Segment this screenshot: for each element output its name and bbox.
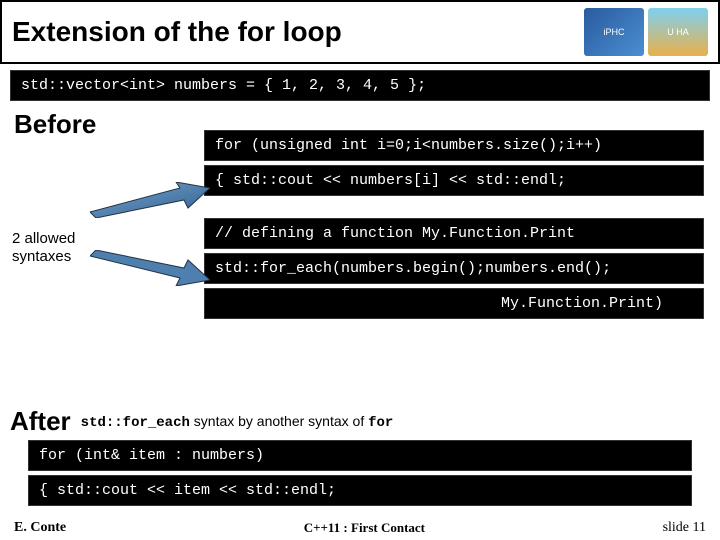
footer-slide-number: slide 11	[663, 520, 706, 536]
after-description: std::for_each syntax by another syntax o…	[81, 413, 394, 431]
before-code-stack: for (unsigned int i=0;i<numbers.size();i…	[204, 130, 704, 319]
label-two-syntaxes: 2 allowed syntaxes	[12, 230, 102, 266]
after-text-mid: syntax by another syntax of	[190, 413, 368, 429]
code-foreach-tail: My.Function.Print)	[204, 288, 704, 319]
code-vector-decl: std::vector<int> numbers = { 1, 2, 3, 4,…	[10, 70, 710, 101]
slide-footer: E. Conte C++11 : First Contact slide 11	[0, 520, 720, 536]
uha-logo: U HA	[648, 8, 708, 56]
footer-author: E. Conte	[14, 520, 66, 536]
page-title: Extension of the for loop	[12, 16, 342, 48]
code-cout-indexed: { std::cout << numbers[i] << std::endl;	[204, 165, 704, 196]
after-text-code1: std::for_each	[81, 415, 190, 431]
arrow-up-icon	[90, 182, 210, 218]
iphc-logo: iPHC	[584, 8, 644, 56]
arrow-down-icon	[90, 250, 210, 286]
after-row: After std::for_each syntax by another sy…	[10, 406, 393, 437]
code-range-for: for (int& item : numbers)	[28, 440, 692, 471]
after-code-stack: for (int& item : numbers) { std::cout <<…	[28, 440, 692, 506]
code-cout-item: { std::cout << item << std::endl;	[28, 475, 692, 506]
code-foreach-call: std::for_each(numbers.begin();numbers.en…	[204, 253, 704, 284]
after-heading: After	[10, 406, 71, 437]
logo-group: iPHC U HA	[584, 8, 708, 56]
code-comment-func: // defining a function My.Function.Print	[204, 218, 704, 249]
code-for-classic: for (unsigned int i=0;i<numbers.size();i…	[204, 130, 704, 161]
title-bar: Extension of the for loop iPHC U HA	[0, 0, 720, 64]
after-text-code2: for	[368, 415, 393, 431]
footer-title: C++11 : First Contact	[304, 520, 425, 536]
